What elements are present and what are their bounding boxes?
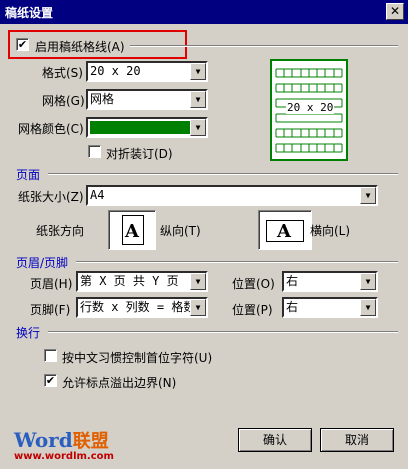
orientation-label: 纸张方向 (36, 224, 85, 238)
style-select-value: 20 x 20 (90, 64, 141, 78)
footer-position-label: 位置(P) (232, 303, 273, 317)
footer-value: 行数 x 列数 = 格数 (80, 300, 196, 314)
window-title: 稿纸设置 (5, 6, 54, 20)
preview-label: 20 x 20 (286, 101, 335, 114)
portrait-button[interactable]: A (108, 210, 156, 250)
chinese-rules-checkbox[interactable] (44, 349, 57, 362)
footer-position-value: 右 (286, 300, 299, 314)
separator (48, 173, 398, 175)
footer-select[interactable]: 行数 x 列数 = 格数 ▼ (76, 297, 208, 318)
separator (130, 45, 398, 47)
close-icon: ✕ (389, 4, 401, 18)
separator (48, 331, 398, 333)
cancel-button[interactable]: 取消 (320, 428, 394, 452)
grid-select[interactable]: 网格 ▼ (86, 89, 208, 110)
dropdown-arrow-icon[interactable]: ▼ (190, 119, 206, 136)
portrait-label[interactable]: 纵向(T) (160, 222, 201, 239)
fold-binding-label[interactable]: 对折装订(D) (106, 145, 173, 162)
grid-color-select[interactable]: ▼ (86, 117, 208, 138)
dropdown-arrow-icon[interactable]: ▼ (360, 187, 376, 204)
grid-label: 网格(G) (42, 94, 85, 108)
portrait-page-icon: A (122, 215, 144, 245)
paper-size-value: A4 (90, 188, 105, 202)
landscape-label[interactable]: 横向(L) (310, 222, 350, 239)
landscape-button[interactable]: A (258, 210, 312, 250)
page-letter-icon: A (125, 221, 139, 242)
dropdown-arrow-icon[interactable]: ▼ (360, 299, 376, 316)
checkmark-icon: ✔ (17, 38, 28, 51)
header-value: 第 X 页 共 Y 页 (80, 274, 179, 288)
watermark-lianmeng: 联盟 (72, 431, 109, 452)
separator (76, 261, 398, 263)
header-select[interactable]: 第 X 页 共 Y 页 ▼ (76, 271, 208, 292)
header-position-value: 右 (286, 274, 299, 288)
watermark-url: www.wordlm.com (14, 451, 114, 462)
page-section-title: 页面 (16, 168, 41, 182)
enable-grid-label[interactable]: 启用稿纸格线(A) (35, 38, 125, 55)
landscape-page-icon: A (266, 220, 304, 242)
line-break-section-title: 换行 (16, 326, 41, 340)
punctuation-overflow-checkbox[interactable]: ✔ (44, 374, 57, 387)
grid-select-value: 网格 (90, 92, 115, 106)
grid-preview: 20 x 20 (270, 59, 348, 161)
dropdown-arrow-icon[interactable]: ▼ (360, 273, 376, 290)
style-label: 格式(S) (42, 66, 83, 80)
color-swatch (90, 121, 190, 134)
checkmark-icon: ✔ (45, 374, 56, 387)
dropdown-arrow-icon[interactable]: ▼ (190, 91, 206, 108)
close-button[interactable]: ✕ (386, 3, 404, 20)
grid-color-label: 网格颜色(C) (18, 122, 84, 136)
style-select[interactable]: 20 x 20 ▼ (86, 61, 208, 82)
punctuation-overflow-label[interactable]: 允许标点溢出边界(N) (62, 374, 176, 391)
title-bar: 稿纸设置 ✕ (0, 0, 408, 24)
paper-size-select[interactable]: A4 ▼ (86, 185, 378, 206)
dropdown-arrow-icon[interactable]: ▼ (190, 63, 206, 80)
fold-binding-checkbox[interactable] (88, 145, 101, 158)
header-position-label: 位置(O) (232, 277, 275, 291)
enable-grid-checkbox[interactable]: ✔ (16, 38, 29, 51)
page-letter-icon: A (277, 221, 291, 242)
paper-size-label: 纸张大小(Z) (18, 190, 84, 204)
header-position-select[interactable]: 右 ▼ (282, 271, 378, 292)
ok-button[interactable]: 确认 (238, 428, 312, 452)
header-label: 页眉(H) (30, 277, 73, 291)
dropdown-arrow-icon[interactable]: ▼ (190, 299, 206, 316)
footer-label: 页脚(F) (30, 303, 71, 317)
chinese-rules-label[interactable]: 按中文习惯控制首位字符(U) (62, 349, 212, 366)
footer-position-select[interactable]: 右 ▼ (282, 297, 378, 318)
watermark-word: Word (14, 428, 73, 452)
header-footer-section-title: 页眉/页脚 (16, 256, 69, 270)
watermark-logo: Word联盟 www.wordlm.com (14, 427, 114, 462)
dropdown-arrow-icon[interactable]: ▼ (190, 273, 206, 290)
